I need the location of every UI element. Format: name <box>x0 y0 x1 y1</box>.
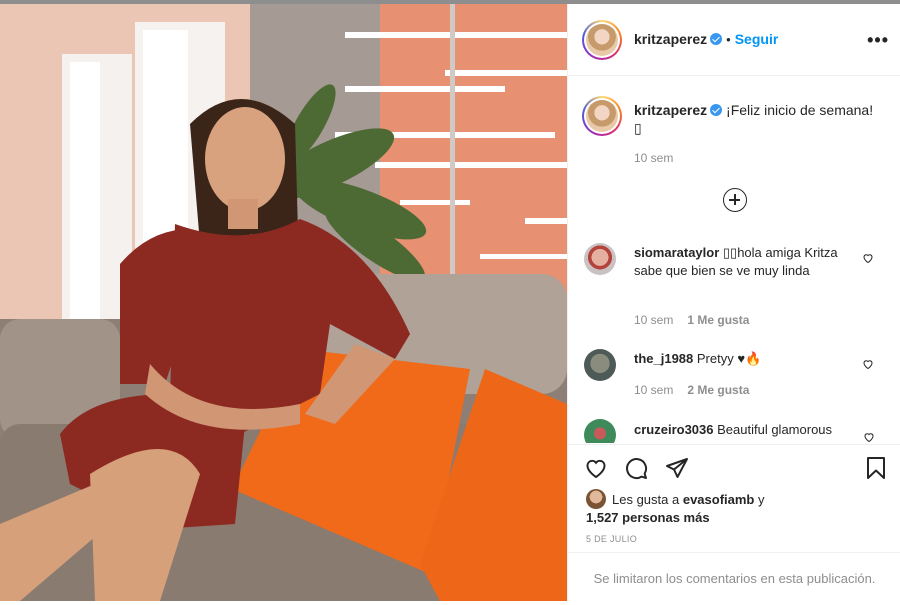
heart-icon[interactable] <box>584 456 608 480</box>
verified-badge-icon <box>710 104 723 116</box>
likes-count[interactable]: 1,527 personas más <box>586 510 710 525</box>
likes-summary: Les gusta a evasofiamb y 1,527 personas … <box>586 489 765 527</box>
comment-like-heart-icon[interactable] <box>862 358 874 370</box>
post-photo[interactable] <box>0 4 567 601</box>
comment-item: the_j1988 Pretyy ♥🔥 <box>634 350 859 368</box>
comment-text: Pretyy ♥🔥 <box>696 351 762 366</box>
comment-item: siomarataylor ▯▯hola amiga Kritza sabe q… <box>634 244 859 280</box>
author-avatar[interactable] <box>582 20 622 60</box>
comment-age[interactable]: 10 sem <box>634 383 673 397</box>
commenter-avatar[interactable] <box>584 419 616 443</box>
comment-icon[interactable] <box>624 456 648 480</box>
post-header: kritzaperez • Seguir ••• <box>568 4 900 76</box>
caption-text: ¡Feliz inicio de semana! <box>726 102 874 118</box>
comment-age[interactable]: 10 sem <box>634 313 673 327</box>
post-details-panel: kritzaperez • Seguir ••• kritzaperez ¡Feli… <box>567 4 900 601</box>
caption-age[interactable]: 10 sem <box>634 151 673 165</box>
author-username[interactable]: kritzaperez <box>634 31 707 47</box>
follow-button[interactable]: Seguir <box>735 31 779 47</box>
comment-meta: 10 sem 2 Me gusta <box>634 383 749 397</box>
caption-username[interactable]: kritzaperez <box>634 102 707 118</box>
comment-text: Beautiful glamorous <box>717 422 833 437</box>
post-image-illustration <box>0 4 567 601</box>
comment-list-overflow: cruzeiro3036 Beautiful glamorous <box>568 409 900 443</box>
comment-username[interactable]: siomarataylor <box>634 245 719 260</box>
comment-likes[interactable]: 2 Me gusta <box>687 383 749 397</box>
commenter-avatar[interactable] <box>584 243 616 275</box>
save-icon[interactable] <box>864 456 888 480</box>
caption: kritzaperez ¡Feliz inicio de semana! ▯ <box>634 101 884 137</box>
likes-suffix: y <box>758 492 765 507</box>
likes-prefix: Les gusta a <box>612 492 680 507</box>
caption-author-avatar[interactable] <box>582 96 622 136</box>
more-options-icon[interactable]: ••• <box>867 30 889 51</box>
separator-dot: • <box>726 32 731 47</box>
comments-limited-notice: Se limitaron los comentarios en esta pub… <box>568 552 900 601</box>
post-date[interactable]: 5 DE JULIO <box>586 534 637 544</box>
comment-username[interactable]: the_j1988 <box>634 351 693 366</box>
comment-username[interactable]: cruzeiro3036 <box>634 422 714 437</box>
liker-avatar[interactable] <box>586 489 606 509</box>
commenter-avatar[interactable] <box>584 349 616 381</box>
comment-like-heart-icon[interactable] <box>863 431 875 443</box>
comment-item: cruzeiro3036 Beautiful glamorous <box>634 421 859 439</box>
share-icon[interactable] <box>665 456 689 480</box>
caption-emoji: ▯ <box>634 120 642 136</box>
comment-like-heart-icon[interactable] <box>862 252 874 264</box>
add-comments-icon[interactable] <box>723 188 747 212</box>
comment-likes[interactable]: 1 Me gusta <box>687 313 749 327</box>
verified-badge-icon <box>710 33 723 45</box>
actions-divider <box>568 444 900 445</box>
comment-meta: 10 sem 1 Me gusta <box>634 313 749 327</box>
liker-username[interactable]: evasofiamb <box>683 492 755 507</box>
